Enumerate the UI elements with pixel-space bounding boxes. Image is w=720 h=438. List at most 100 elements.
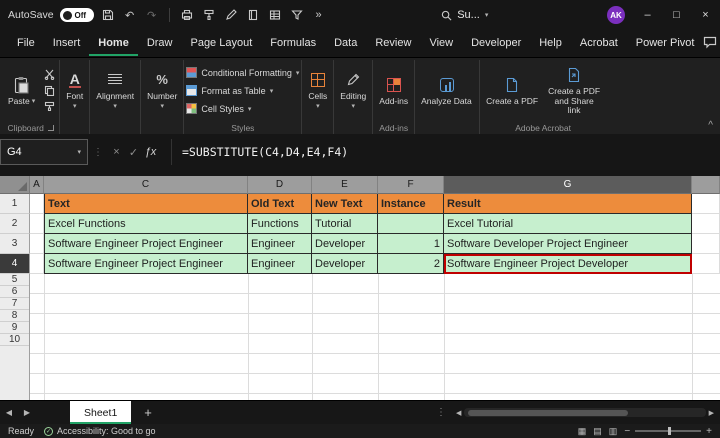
select-all-corner[interactable] xyxy=(0,176,30,194)
font-button[interactable]: A Font ▾ xyxy=(62,69,87,112)
undo-icon[interactable]: ↶ xyxy=(122,7,138,23)
maximize-button[interactable]: □ xyxy=(662,0,691,30)
create-pdf-button[interactable]: Create a PDF xyxy=(482,74,542,107)
cancel-icon[interactable]: × xyxy=(108,146,125,158)
cell-rest-1[interactable] xyxy=(692,194,720,214)
cell-f2[interactable] xyxy=(378,214,444,234)
format-as-table-button[interactable]: Format as Table ▾ xyxy=(186,83,273,99)
scroll-left-icon[interactable]: ◀ xyxy=(456,409,461,417)
save-icon[interactable] xyxy=(100,7,116,23)
editing-button[interactable]: Editing ▾ xyxy=(336,69,370,112)
tab-review[interactable]: Review xyxy=(366,31,420,56)
col-header-a[interactable]: A xyxy=(30,176,44,194)
tab-developer[interactable]: Developer xyxy=(462,31,530,56)
page-break-view-icon[interactable]: ▥ xyxy=(609,426,618,437)
formula-input[interactable]: =SUBSTITUTE(C4,D4,E4,F4) xyxy=(171,139,720,165)
accessibility-status[interactable]: ✓ Accessibility: Good to go xyxy=(44,426,156,436)
tab-page-layout[interactable]: Page Layout xyxy=(181,31,261,56)
scrollbar-track[interactable] xyxy=(464,408,705,417)
add-sheet-icon[interactable]: + xyxy=(144,405,152,420)
cell-g4-active[interactable]: Software Engineer Project Developer xyxy=(444,254,692,274)
row-header-10[interactable]: 10 xyxy=(0,334,29,346)
search-box[interactable]: Su... ▾ xyxy=(441,9,488,21)
empty-cells-area[interactable] xyxy=(30,274,720,400)
cell-a2[interactable] xyxy=(30,214,44,234)
row-header-7[interactable]: 7 xyxy=(0,298,29,310)
tab-power-pivot[interactable]: Power Pivot xyxy=(627,31,704,56)
format-painter-brush-icon[interactable] xyxy=(41,100,57,113)
enter-check-icon[interactable]: ✓ xyxy=(125,146,142,159)
cell-rest-3[interactable] xyxy=(692,234,720,254)
user-avatar[interactable]: AK xyxy=(607,6,625,24)
zoom-slider[interactable] xyxy=(635,430,701,432)
zoom-out-icon[interactable]: − xyxy=(624,426,630,437)
cell-styles-button[interactable]: Cell Styles ▾ xyxy=(186,101,251,117)
zoom-slider-knob[interactable] xyxy=(668,427,671,435)
toolbar-overflow-icon[interactable]: » xyxy=(311,7,327,23)
comments-icon[interactable] xyxy=(703,36,717,52)
cut-icon[interactable] xyxy=(41,68,57,81)
collapse-ribbon-icon[interactable]: ^ xyxy=(708,120,713,131)
name-box[interactable]: G4 ▾ xyxy=(0,139,88,165)
alignment-button[interactable]: Alignment ▾ xyxy=(92,69,138,112)
tab-data[interactable]: Data xyxy=(325,31,366,56)
col-header-e[interactable]: E xyxy=(312,176,378,194)
format-painter-icon[interactable] xyxy=(201,7,217,23)
tab-file[interactable]: File xyxy=(8,31,44,56)
copy-icon[interactable] xyxy=(41,84,57,97)
cell-c4[interactable]: Software Engineer Project Engineer xyxy=(44,254,248,274)
row-header-4-selected[interactable]: 4 xyxy=(0,254,30,274)
paste-button[interactable]: Paste▾ xyxy=(4,74,39,107)
cell-a1[interactable] xyxy=(30,194,44,214)
page-layout-view-icon[interactable]: ▤ xyxy=(593,426,602,437)
addins-button[interactable]: Add-ins xyxy=(375,74,412,107)
tab-insert[interactable]: Insert xyxy=(44,31,90,56)
horizontal-scrollbar[interactable]: ◀ ▶ xyxy=(456,408,714,417)
autosave-toggle[interactable]: Off xyxy=(60,8,94,22)
notebook-icon[interactable] xyxy=(245,7,261,23)
cell-c2[interactable]: Excel Functions xyxy=(44,214,248,234)
close-button[interactable]: × xyxy=(691,0,720,30)
cell-rest-2[interactable] xyxy=(692,214,720,234)
clipboard-dialog-launcher-icon[interactable] xyxy=(48,125,54,131)
sheet-nav-left-icon[interactable]: ◀ xyxy=(0,408,18,417)
tab-help[interactable]: Help xyxy=(530,31,571,56)
zoom-in-icon[interactable]: + xyxy=(706,426,712,437)
normal-view-icon[interactable]: ▦ xyxy=(578,426,587,437)
cells-button[interactable]: Cells ▾ xyxy=(304,69,331,112)
cell-e2[interactable]: Tutorial xyxy=(312,214,378,234)
scroll-right-icon[interactable]: ▶ xyxy=(709,409,714,417)
sheet-nav-right-icon[interactable]: ▶ xyxy=(18,408,36,417)
cell-g3[interactable]: Software Developer Project Engineer xyxy=(444,234,692,254)
sheet-tab-sheet1[interactable]: Sheet1 xyxy=(70,401,131,424)
sort-filter-icon[interactable] xyxy=(289,7,305,23)
row-header-9[interactable]: 9 xyxy=(0,322,29,334)
pen-icon[interactable] xyxy=(223,7,239,23)
cell-e4[interactable]: Developer xyxy=(312,254,378,274)
cell-g2[interactable]: Excel Tutorial xyxy=(444,214,692,234)
row-header-6[interactable]: 6 xyxy=(0,286,29,298)
col-header-d[interactable]: D xyxy=(248,176,312,194)
print-icon[interactable] xyxy=(179,7,195,23)
redo-icon[interactable]: ↷ xyxy=(144,7,160,23)
cell-f4[interactable]: 2 xyxy=(378,254,444,274)
cell-rest-4[interactable] xyxy=(692,254,720,274)
cell-e3[interactable]: Developer xyxy=(312,234,378,254)
tab-acrobat[interactable]: Acrobat xyxy=(571,31,627,56)
analyze-data-button[interactable]: Analyze Data xyxy=(417,74,477,107)
row-header-1[interactable]: 1 xyxy=(0,194,30,214)
row-header-2[interactable]: 2 xyxy=(0,214,30,234)
row-header-5[interactable]: 5 xyxy=(0,274,29,286)
col-header-c[interactable]: C xyxy=(44,176,248,194)
cell-f3[interactable]: 1 xyxy=(378,234,444,254)
tab-draw[interactable]: Draw xyxy=(138,31,182,56)
cell-g1[interactable]: Result xyxy=(444,194,692,214)
tab-formulas[interactable]: Formulas xyxy=(261,31,325,56)
tab-home[interactable]: Home xyxy=(89,31,138,56)
cell-c3[interactable]: Software Engineer Project Engineer xyxy=(44,234,248,254)
cell-a3[interactable] xyxy=(30,234,44,254)
cell-d3[interactable]: Engineer xyxy=(248,234,312,254)
cell-e1[interactable]: New Text xyxy=(312,194,378,214)
row-header-8[interactable]: 8 xyxy=(0,310,29,322)
col-header-g-selected[interactable]: G xyxy=(444,176,692,194)
